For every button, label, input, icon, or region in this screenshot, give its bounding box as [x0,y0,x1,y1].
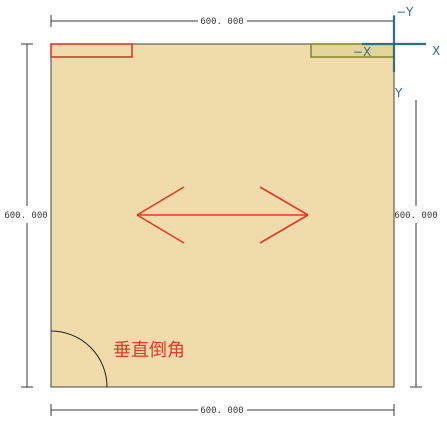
bottom-dimension-label: 600. 000 [200,406,243,416]
bevel-label: 垂直倒角 [113,340,185,361]
drawing-canvas: 垂直倒角 600. 000 600. 000 600. 000 600. 000… [0,0,447,426]
left-edge-tab[interactable] [50,43,133,58]
axis-pos-y-label: Y [394,86,403,100]
top-dimension-label: 600. 000 [200,17,243,27]
axis-pos-x-label: X [432,44,440,58]
drawing-svg: 垂直倒角 600. 000 600. 000 600. 000 600. 000… [4,5,440,416]
left-dimension-label: 600. 000 [4,211,47,221]
right-dimension-label: 600. 000 [394,211,437,221]
axis-neg-y-label: −Y [396,5,414,19]
axis-neg-x-label: −X [353,45,371,59]
